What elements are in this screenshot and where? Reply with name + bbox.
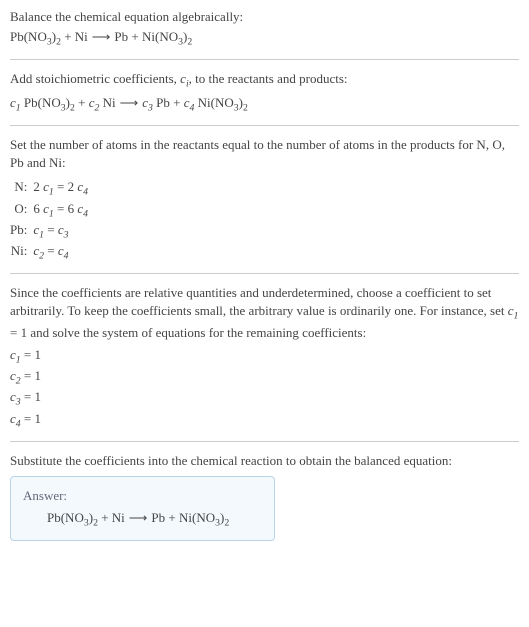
coef-symbol: ci xyxy=(180,71,189,86)
answer-label: Answer: xyxy=(23,487,262,505)
atom-equation-row: Pb:c1 = c3 xyxy=(10,221,94,242)
species-ni: Ni xyxy=(103,95,116,110)
species-ni: Ni xyxy=(75,29,88,44)
answer-box: Answer: Pb(NO3)2 + Ni⟶Pb + Ni(NO3)2 xyxy=(10,476,275,541)
coefficient-value: c4 = 1 xyxy=(10,410,519,431)
divider xyxy=(10,59,519,60)
species-ni: Ni xyxy=(112,510,125,525)
coef-symbol: c1 xyxy=(508,303,519,318)
element-equation: 6 c1 = 6 c4 xyxy=(33,200,94,221)
element-label: O: xyxy=(10,200,33,221)
coef-c3: c3 xyxy=(142,95,153,110)
atom-balance-text: Set the number of atoms in the reactants… xyxy=(10,136,519,172)
element-label: Ni: xyxy=(10,242,33,263)
coefficient-value: c3 = 1 xyxy=(10,388,519,409)
substitute-text: Substitute the coefficients into the che… xyxy=(10,452,519,470)
reaction-arrow: ⟶ xyxy=(116,95,143,110)
element-equation: 2 c1 = 2 c4 xyxy=(33,178,94,199)
plus-sign: + xyxy=(128,29,142,44)
reaction-arrow: ⟶ xyxy=(88,29,115,44)
species-pb: Pb xyxy=(151,510,165,525)
equation-with-coefficients: c1 Pb(NO3)2 + c2 Ni⟶c3 Pb + c4 Ni(NO3)2 xyxy=(10,94,519,115)
divider xyxy=(10,125,519,126)
choose-coef-text: Since the coefficients are relative quan… xyxy=(10,284,519,342)
atom-equation-row: O:6 c1 = 6 c4 xyxy=(10,200,94,221)
section-substitute: Substitute the coefficients into the che… xyxy=(10,452,519,542)
species-pbno3: Pb(NO3)2 xyxy=(10,29,61,44)
element-label: Pb: xyxy=(10,221,33,242)
coef-c2: c2 xyxy=(89,95,100,110)
species-nino3: Ni(NO3)2 xyxy=(179,510,229,525)
species-pbno3: Pb(NO3)2 xyxy=(24,95,75,110)
section-atom-balance: Set the number of atoms in the reactants… xyxy=(10,136,519,263)
section-choose-coef: Since the coefficients are relative quan… xyxy=(10,284,519,431)
plus-sign: + xyxy=(61,29,75,44)
atom-equations-table: N:2 c1 = 2 c4O:6 c1 = 6 c4Pb:c1 = c3Ni:c… xyxy=(10,178,94,263)
species-pb: Pb xyxy=(156,95,170,110)
plus-sign: + xyxy=(98,510,112,525)
species-nino3: Ni(NO3)2 xyxy=(198,95,248,110)
coef-c1: c1 xyxy=(10,95,21,110)
section-stoich: Add stoichiometric coefficients, ci, to … xyxy=(10,70,519,114)
intro-text: Balance the chemical equation algebraica… xyxy=(10,8,519,26)
reaction-arrow: ⟶ xyxy=(125,510,152,525)
atom-equation-row: N:2 c1 = 2 c4 xyxy=(10,178,94,199)
plus-sign: + xyxy=(75,95,89,110)
divider xyxy=(10,273,519,274)
element-equation: c1 = c3 xyxy=(33,221,94,242)
species-nino3: Ni(NO3)2 xyxy=(142,29,192,44)
coefficient-value: c1 = 1 xyxy=(10,346,519,367)
atom-equation-row: Ni:c2 = c4 xyxy=(10,242,94,263)
coefficient-value: c2 = 1 xyxy=(10,367,519,388)
equation-balanced: Pb(NO3)2 + Ni⟶Pb + Ni(NO3)2 xyxy=(23,509,262,530)
plus-sign: + xyxy=(165,510,179,525)
plus-sign: + xyxy=(170,95,184,110)
species-pbno3: Pb(NO3)2 xyxy=(47,510,98,525)
element-equation: c2 = c4 xyxy=(33,242,94,263)
coef-c4: c4 xyxy=(184,95,195,110)
stoich-text: Add stoichiometric coefficients, ci, to … xyxy=(10,70,519,91)
element-label: N: xyxy=(10,178,33,199)
coefficient-solutions: c1 = 1c2 = 1c3 = 1c4 = 1 xyxy=(10,346,519,431)
divider xyxy=(10,441,519,442)
equation-unbalanced: Pb(NO3)2 + Ni⟶Pb + Ni(NO3)2 xyxy=(10,28,519,49)
species-pb: Pb xyxy=(114,29,128,44)
section-intro: Balance the chemical equation algebraica… xyxy=(10,8,519,49)
